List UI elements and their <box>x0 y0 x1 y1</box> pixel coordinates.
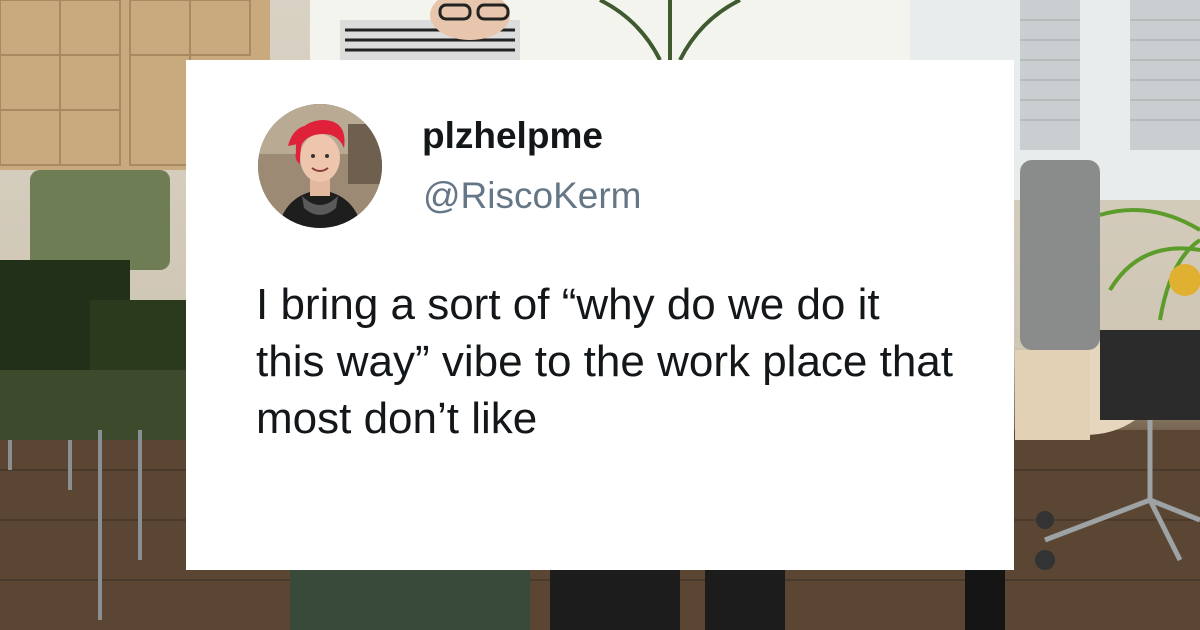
avatar[interactable] <box>258 104 382 228</box>
profile-photo-icon <box>258 104 382 228</box>
tweet-text: I bring a sort of “why do we do it this … <box>256 280 953 443</box>
display-name[interactable]: plzhelpme <box>422 112 603 160</box>
user-handle[interactable]: @RiscoKerm <box>423 172 641 220</box>
tweet-card: plzhelpme @RiscoKerm I bring a sort of “… <box>186 60 1014 570</box>
